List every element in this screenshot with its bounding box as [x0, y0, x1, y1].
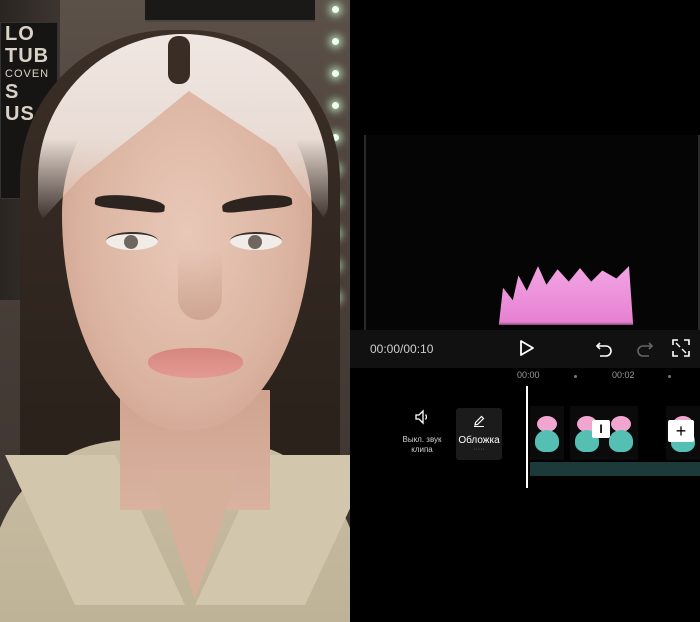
- speaker-icon: [415, 409, 428, 425]
- transport-bar: 00:00/00:10: [350, 330, 700, 368]
- video-preview: [364, 135, 700, 330]
- webcam-feed: LO TUB COVEN S US: [0, 0, 350, 622]
- hair-part: [168, 36, 190, 84]
- cover-button[interactable]: Обложка ·····: [456, 408, 502, 460]
- eye: [106, 232, 158, 250]
- preview-content: [498, 266, 634, 325]
- poster-line: TUB: [5, 45, 50, 67]
- undo-icon[interactable]: [593, 337, 615, 359]
- video-editor: 00:00/00:10 00:00 00:02 Выкл. звук клипа…: [350, 0, 700, 622]
- timeline[interactable]: 00:00 00:02 Выкл. звук клипа Обложка ···…: [350, 368, 700, 488]
- add-clip-button[interactable]: +: [668, 420, 694, 442]
- playhead[interactable]: [526, 386, 528, 488]
- ruler-dot: [668, 375, 671, 378]
- picture-frame: [145, 0, 315, 22]
- time-ruler: 00:00 00:02: [350, 368, 700, 384]
- clip-thumbnail[interactable]: [530, 406, 564, 460]
- time-display: 00:00/00:10: [370, 342, 434, 356]
- lips: [148, 348, 243, 378]
- play-icon[interactable]: [516, 338, 536, 358]
- cover-sublabel: ·····: [473, 446, 485, 453]
- ruler-dot: [574, 375, 577, 378]
- ruler-tick: 00:02: [612, 370, 635, 380]
- poster-line: COVEN: [5, 68, 50, 80]
- ruler-tick: 00:00: [517, 370, 540, 380]
- eye: [230, 232, 282, 250]
- transition-button[interactable]: I: [592, 420, 610, 438]
- audio-track[interactable]: [530, 462, 700, 476]
- poster-line: LO: [5, 23, 35, 45]
- pencil-icon: [474, 415, 485, 427]
- mute-clip-label: Выкл. звук клипа: [402, 435, 442, 454]
- redo-icon[interactable]: [634, 337, 656, 359]
- cover-label: Обложка: [458, 435, 500, 446]
- mute-clip-button[interactable]: Выкл. звук клипа: [392, 408, 452, 455]
- fullscreen-icon[interactable]: [670, 337, 692, 359]
- nose: [178, 250, 222, 320]
